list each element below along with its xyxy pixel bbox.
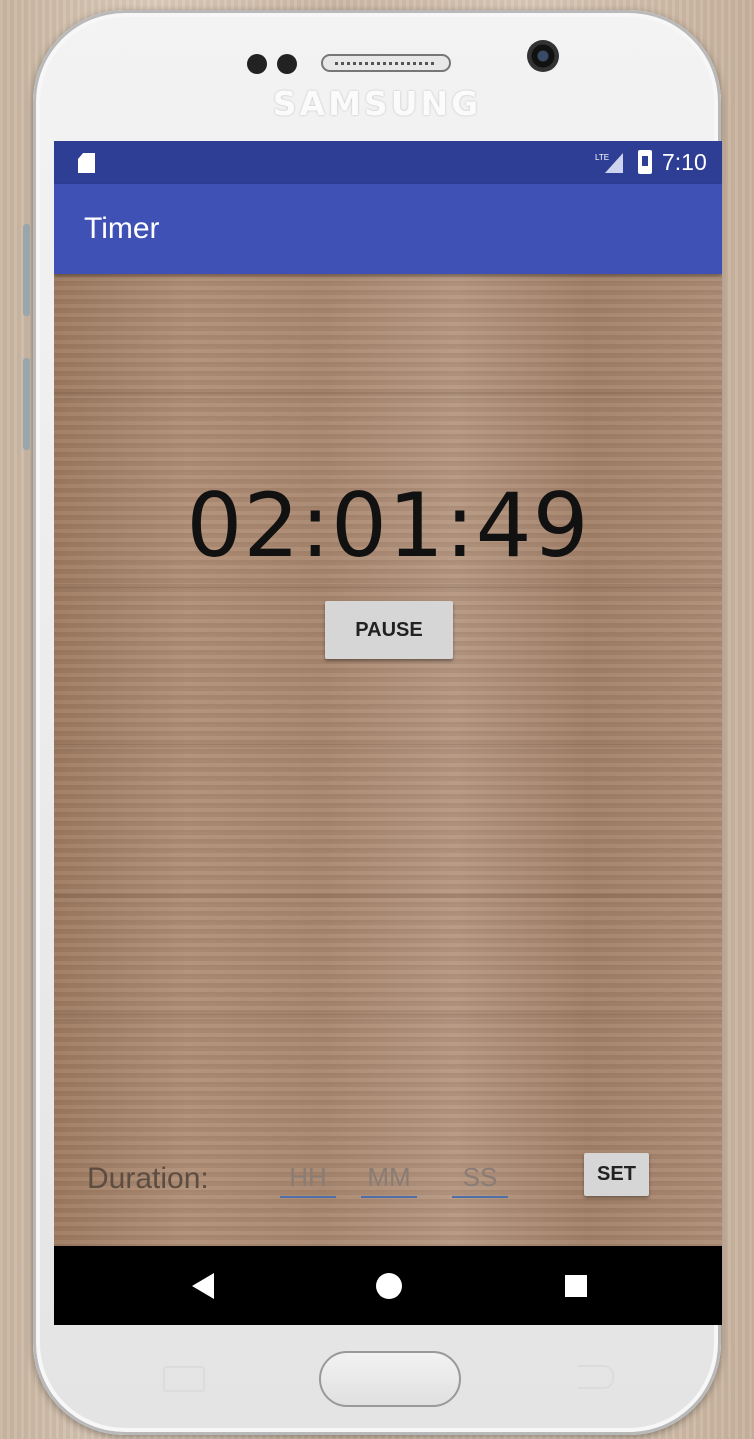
- front-camera-icon: [527, 40, 559, 72]
- sensor-dot: [247, 54, 267, 74]
- hardware-recent-apps-icon[interactable]: [163, 1366, 205, 1392]
- volume-down-key: [23, 358, 30, 450]
- sd-card-icon: [78, 153, 95, 173]
- earpiece-speaker: [321, 54, 451, 72]
- seconds-input[interactable]: SS: [452, 1162, 508, 1198]
- timer-display: 02:01:49: [186, 474, 590, 577]
- brand-logo: SAMSUNG: [272, 84, 482, 123]
- minutes-input[interactable]: MM: [361, 1162, 417, 1198]
- hardware-back-icon[interactable]: [578, 1365, 614, 1389]
- app-title: Timer: [84, 212, 160, 245]
- hardware-home-button[interactable]: [319, 1351, 461, 1407]
- recent-apps-icon[interactable]: [565, 1275, 587, 1297]
- volume-up-key: [23, 224, 30, 316]
- back-icon[interactable]: [192, 1273, 214, 1299]
- timer-content: 02:01:49 PAUSE Duration: HH MM SS SET: [54, 274, 722, 1246]
- duration-label: Duration:: [87, 1162, 209, 1195]
- app-bar: Timer: [54, 184, 722, 274]
- hours-input[interactable]: HH: [280, 1162, 336, 1198]
- status-time: 7:10: [662, 149, 707, 175]
- home-icon[interactable]: [376, 1273, 402, 1299]
- set-button[interactable]: SET: [584, 1153, 649, 1196]
- status-bar: LTE 7:10: [54, 141, 722, 184]
- sensor-dot: [277, 54, 297, 74]
- screen: LTE 7:10 Timer 02:01:49 PAUSE Duration: …: [54, 141, 722, 1325]
- signal-icon: LTE: [595, 153, 623, 173]
- pause-button[interactable]: PAUSE: [325, 601, 453, 659]
- navigation-bar: [54, 1246, 722, 1325]
- battery-icon: [638, 150, 652, 174]
- svg-text:LTE: LTE: [595, 153, 609, 162]
